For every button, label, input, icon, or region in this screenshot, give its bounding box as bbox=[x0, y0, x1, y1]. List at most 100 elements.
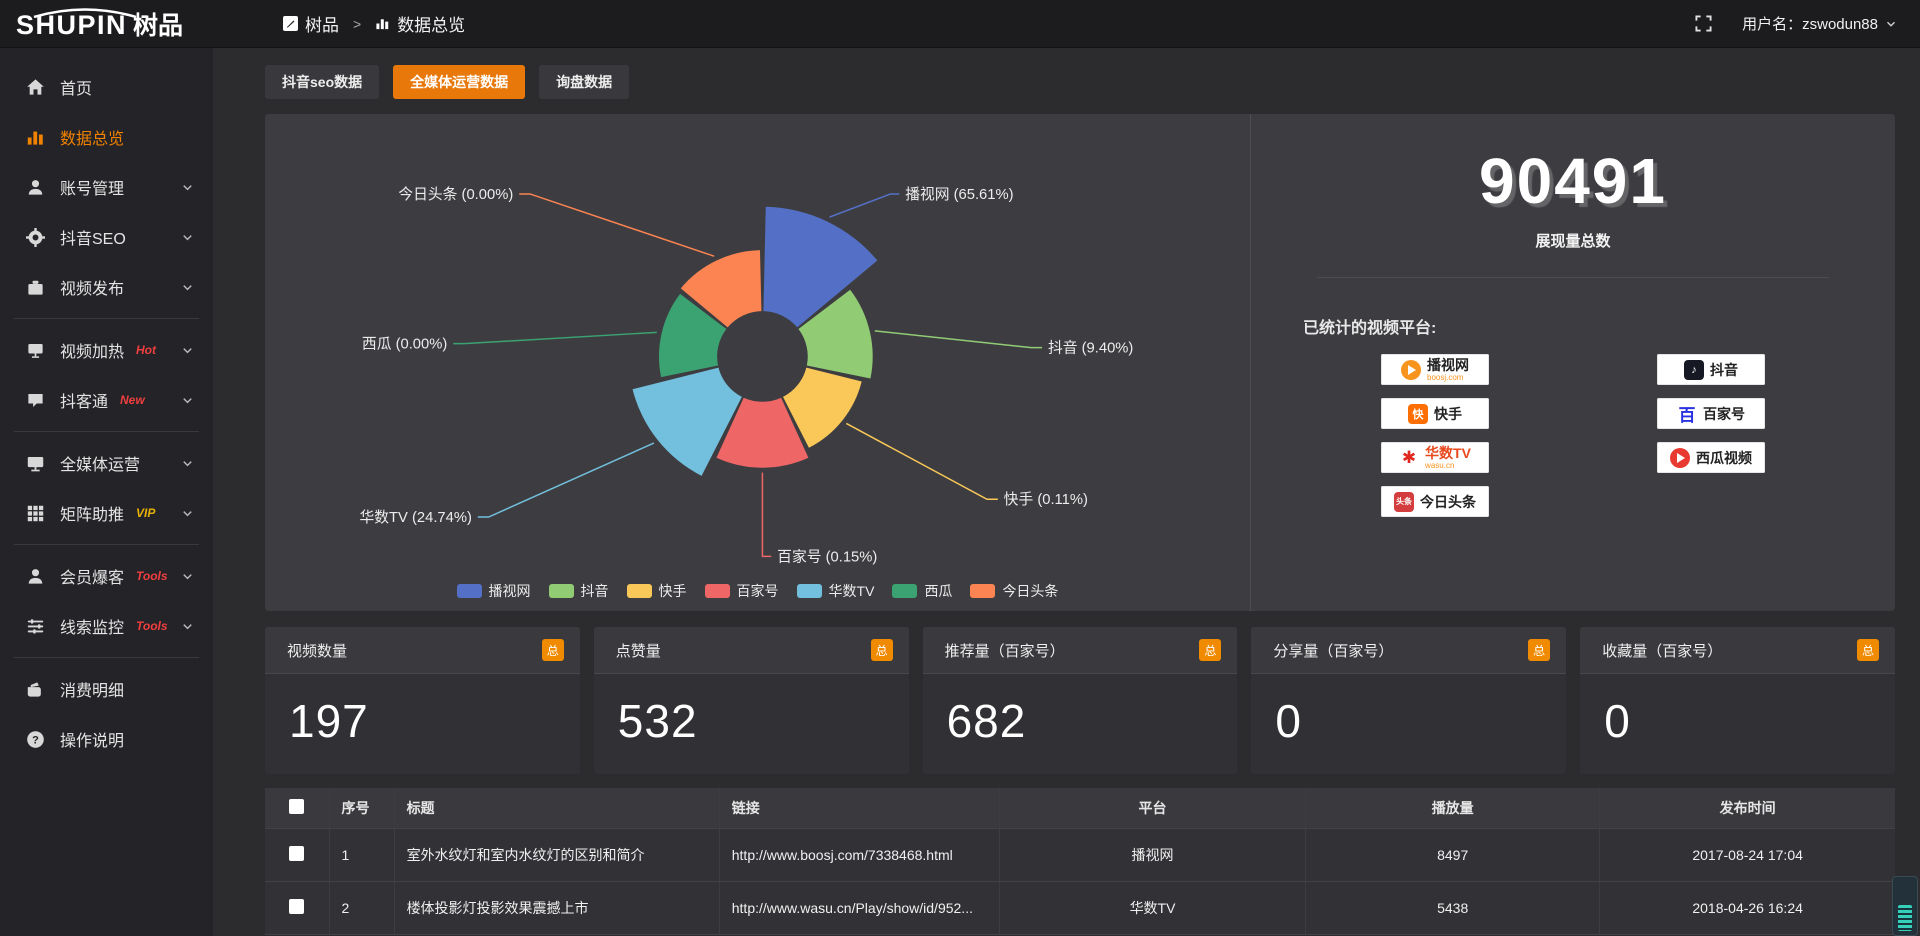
sidebar-menu: 首页数据总览账号管理抖音SEO 视频发布视频加热Hot抖客通New 全媒体运营矩阵助… bbox=[0, 62, 213, 764]
tab-bar: 抖音seo数据全媒体运营数据询盘数据 bbox=[265, 65, 1895, 99]
sidebar-item-publish[interactable]: 视频发布 bbox=[0, 262, 213, 312]
legend-swatch bbox=[970, 584, 995, 598]
cell-index: 1 bbox=[329, 828, 394, 881]
cell-title-link[interactable]: 室外水纹灯和室内水纹灯的区别和简介 bbox=[394, 828, 719, 881]
tab-1[interactable]: 全媒体运营数据 bbox=[393, 65, 525, 99]
total-badge[interactable]: 总 bbox=[1857, 639, 1879, 661]
platforms-grid: 播视网boosj.com快快手✱华数TVwasu.cn头条今日头条♪抖音百百家号… bbox=[1297, 354, 1849, 530]
platform-badge-今日头条: 头条今日头条 bbox=[1381, 486, 1489, 517]
stat-card-3: 分享量（百家号）总0 bbox=[1251, 627, 1566, 774]
legend-item-6[interactable]: 今日头条 bbox=[970, 581, 1058, 601]
cell-url-link[interactable]: http://www.wasu.cn/Play/show/id/952... bbox=[719, 881, 999, 934]
sidebar-item-chart[interactable]: 数据总览 bbox=[0, 112, 213, 162]
sidebar-item-label: 操作说明 bbox=[60, 727, 124, 751]
select-all-checkbox[interactable] bbox=[289, 799, 304, 814]
logo-text-cn: 树品 bbox=[133, 6, 183, 42]
tab-0[interactable]: 抖音seo数据 bbox=[265, 65, 379, 99]
wallet-icon bbox=[26, 680, 45, 699]
sidebar-item-grid[interactable]: 矩阵助推VIP bbox=[0, 488, 213, 538]
platform-name: 百家号 bbox=[1703, 407, 1745, 421]
sidebar-item-home[interactable]: 首页 bbox=[0, 62, 213, 112]
chevron-down-icon bbox=[180, 456, 195, 471]
cell-title-link[interactable]: 楼体投影灯投影效果震撼上市 bbox=[394, 881, 719, 934]
stat-card-title: 推荐量（百家号） bbox=[945, 640, 1065, 661]
sidebar-item-wallet[interactable]: 消费明细 bbox=[0, 664, 213, 714]
table-header-row: 序号标题链接平台播放量发布时间 bbox=[265, 788, 1895, 828]
total-badge[interactable]: 总 bbox=[871, 639, 893, 661]
cell-platform: 播视网 bbox=[999, 828, 1305, 881]
sidebar-item-member[interactable]: 会员爆客 Tools bbox=[0, 551, 213, 601]
gear-icon bbox=[26, 228, 45, 247]
sidebar-item-label: 矩阵助推 bbox=[60, 501, 124, 525]
member-icon bbox=[26, 567, 45, 586]
breadcrumb: 树品 > 数据总览 bbox=[283, 11, 465, 36]
pie-leader-line bbox=[875, 331, 1042, 348]
cell-url-link[interactable]: http://www.boosj.com/7338468.html bbox=[719, 828, 999, 881]
chevron-down-icon bbox=[180, 343, 195, 358]
sidebar-item-monitor[interactable]: 全媒体运营 bbox=[0, 438, 213, 488]
note-logo-icon: ♪ bbox=[1684, 360, 1704, 380]
total-badge[interactable]: 总 bbox=[1528, 639, 1550, 661]
sidebar: 首页数据总览账号管理抖音SEO 视频发布视频加热Hot抖客通New 全媒体运营矩阵助… bbox=[0, 48, 213, 936]
sidebar-item-filter[interactable]: 线索监控Tools bbox=[0, 601, 213, 651]
column-header-3: 平台 bbox=[999, 788, 1305, 828]
total-badge[interactable]: 总 bbox=[1199, 639, 1221, 661]
legend-item-4[interactable]: 华数TV bbox=[797, 581, 875, 601]
row-select-cell bbox=[265, 881, 329, 934]
main-content: 抖音seo数据全媒体运营数据询盘数据 播视网 (65.61%) 抖音 (9.40%… bbox=[213, 48, 1920, 936]
sidebar-item-label: 全媒体运营 bbox=[60, 451, 140, 475]
legend-label: 抖音 bbox=[581, 581, 609, 601]
rose-chart-svg: 播视网 (65.61%)抖音 (9.40%)快手 (0.11%)百家号 (0.1… bbox=[265, 128, 1250, 581]
tab-2[interactable]: 询盘数据 bbox=[539, 65, 629, 99]
column-header-2: 链接 bbox=[719, 788, 999, 828]
chevron-down-icon bbox=[180, 280, 195, 295]
legend-item-1[interactable]: 抖音 bbox=[549, 581, 609, 601]
floating-widget[interactable] bbox=[1892, 876, 1918, 936]
sidebar-badge: Hot bbox=[136, 343, 156, 357]
sidebar-item-label: 会员爆客 bbox=[60, 564, 124, 588]
legend-item-0[interactable]: 播视网 bbox=[457, 581, 531, 601]
stat-card-title: 点赞量 bbox=[616, 640, 661, 661]
platform-name: 抖音 bbox=[1710, 363, 1738, 377]
sidebar-item-user[interactable]: 账号管理 bbox=[0, 162, 213, 212]
sidebar-item-chat[interactable]: 抖客通New bbox=[0, 375, 213, 425]
pie-label: 华数TV (24.74%) bbox=[359, 509, 471, 526]
total-badge[interactable]: 总 bbox=[542, 639, 564, 661]
pie-leader-line bbox=[478, 443, 654, 517]
app-logo[interactable]: SHUPIN 树品 bbox=[0, 6, 213, 42]
user-menu[interactable]: 用户名：zswodun88 bbox=[1742, 13, 1898, 34]
videos-table: 序号标题链接平台播放量发布时间 1室外水纹灯和室内水纹灯的区别和简介http:/… bbox=[265, 788, 1895, 935]
kuai-logo-icon: 快 bbox=[1408, 404, 1428, 424]
row-checkbox[interactable] bbox=[289, 899, 304, 914]
cell-plays: 8497 bbox=[1306, 828, 1600, 881]
username-label: 用户名：zswodun88 bbox=[1742, 13, 1878, 34]
legend-item-2[interactable]: 快手 bbox=[627, 581, 687, 601]
platform-badge-百家号: 百百家号 bbox=[1657, 398, 1765, 429]
fullscreen-icon[interactable] bbox=[1695, 15, 1712, 32]
pie-label: 播视网 (65.61%) bbox=[905, 186, 1013, 203]
sidebar-badge: Tools bbox=[136, 569, 168, 583]
legend-label: 百家号 bbox=[737, 581, 779, 601]
column-header-0: 序号 bbox=[329, 788, 394, 828]
platforms-heading: 已统计的视频平台: bbox=[1303, 314, 1849, 338]
rose-chart-section: 播视网 (65.61%)抖音 (9.40%)快手 (0.11%)百家号 (0.1… bbox=[265, 114, 1250, 611]
sidebar-item-heat[interactable]: 视频加热Hot bbox=[0, 325, 213, 375]
pie-label: 百家号 (0.15%) bbox=[777, 548, 877, 565]
sidebar-item-gear[interactable]: 抖音SEO bbox=[0, 212, 213, 262]
legend-item-5[interactable]: 西瓜 bbox=[892, 581, 952, 601]
topbar: SHUPIN 树品 树品 > 数据总览 用户名：zswodun88 bbox=[0, 0, 1920, 48]
sidebar-item-label: 抖音SEO bbox=[60, 225, 126, 249]
legend-label: 华数TV bbox=[829, 581, 875, 601]
legend-swatch bbox=[797, 584, 822, 598]
pie-leader-line bbox=[453, 332, 657, 343]
sidebar-item-help[interactable]: ? 操作说明 bbox=[0, 714, 213, 764]
logo-arc-decoration bbox=[30, 8, 140, 18]
breadcrumb-root[interactable]: 树品 bbox=[305, 11, 339, 36]
legend-item-3[interactable]: 百家号 bbox=[705, 581, 779, 601]
pie-label: 抖音 (9.40%) bbox=[1048, 340, 1133, 357]
svg-text:?: ? bbox=[32, 734, 39, 746]
cell-plays: 5438 bbox=[1306, 881, 1600, 934]
chevron-down-icon bbox=[180, 619, 195, 634]
monitor-icon bbox=[26, 454, 45, 473]
row-checkbox[interactable] bbox=[289, 846, 304, 861]
